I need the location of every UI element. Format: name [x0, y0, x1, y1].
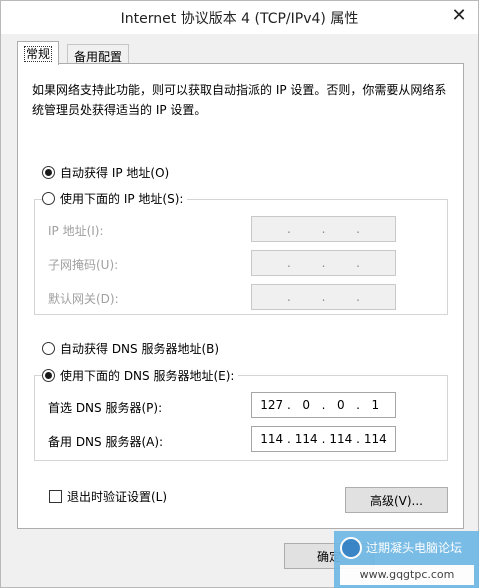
ip-dot: .	[356, 398, 360, 412]
dns-manual-radio[interactable]: 使用下面的 DNS 服务器地址(E):	[42, 366, 239, 384]
general-panel: 如果网络支持此功能，则可以获取自动指派的 IP 设置。否则，你需要从网络系统管理…	[17, 63, 464, 529]
ip-dot: .	[356, 222, 360, 236]
ip-dot: .	[321, 256, 326, 270]
title-bar: Internet 协议版本 4 (TCP/IPv4) 属性 ✕	[1, 1, 478, 34]
ip-octet[interactable]: 114	[259, 432, 285, 446]
watermark-logo-icon	[340, 537, 362, 559]
ip-octet[interactable]: 114	[362, 432, 388, 446]
ip-auto-label: 自动获得 IP 地址(O)	[60, 165, 170, 180]
ip-octet[interactable]: 114	[328, 432, 354, 446]
ip-dot: .	[321, 290, 326, 304]
alternate-dns-field[interactable]: 114. 114. 114. 114	[251, 426, 396, 452]
ip-dot: .	[287, 432, 291, 446]
ip-manual-radio[interactable]: 使用下面的 IP 地址(S):	[42, 189, 188, 207]
ipv4-properties-dialog: Internet 协议版本 4 (TCP/IPv4) 属性 ✕ 常规 备用配置 …	[0, 0, 479, 588]
validate-on-exit-checkbox[interactable]	[49, 490, 62, 503]
ip-octet[interactable]: 0	[328, 398, 354, 412]
watermark-title: 过期凝头电脑论坛	[366, 541, 463, 555]
ip-dot: .	[287, 256, 291, 270]
dns-manual-radio-indicator[interactable]	[42, 368, 55, 382]
ip-dot: .	[321, 222, 326, 236]
ip-address-field: . . .	[251, 216, 396, 242]
dns-auto-radio[interactable]: 自动获得 DNS 服务器地址(B)	[42, 339, 219, 357]
ip-dot: .	[287, 398, 291, 412]
watermark-badge: 过期凝头电脑论坛 www.gqgtpc.com	[334, 531, 479, 588]
ip-dot: .	[356, 256, 360, 270]
preferred-dns-field[interactable]: 127. 0. 0. 1	[251, 392, 396, 418]
ip-manual-label: 使用下面的 IP 地址(S):	[60, 191, 184, 206]
default-gateway-field: . . .	[251, 284, 396, 310]
default-gateway-label: 默认网关(D):	[48, 292, 119, 306]
tab-alternate-config-label: 备用配置	[74, 50, 123, 64]
validate-on-exit[interactable]: 退出时验证设置(L)	[49, 488, 167, 505]
validate-on-exit-label: 退出时验证设置(L)	[67, 490, 168, 504]
dns-auto-radio-indicator[interactable]	[42, 341, 55, 355]
ip-dot: .	[287, 222, 291, 236]
ip-manual-radio-indicator[interactable]	[42, 191, 55, 205]
window-title: Internet 协议版本 4 (TCP/IPv4) 属性	[120, 11, 359, 27]
advanced-button[interactable]: 高级(V)...	[345, 487, 448, 513]
ip-dot: .	[356, 432, 360, 446]
close-icon[interactable]: ✕	[448, 6, 470, 26]
ip-dot: .	[321, 432, 326, 446]
tab-general-label: 常规	[24, 46, 53, 62]
ip-octet[interactable]: 1	[362, 398, 388, 412]
ip-dot: .	[321, 398, 326, 412]
ip-octet[interactable]: 0	[293, 398, 319, 412]
ip-dot: .	[287, 290, 291, 304]
description-text: 如果网络支持此功能，则可以获取自动指派的 IP 设置。否则，你需要从网络系统管理…	[32, 83, 447, 117]
ip-octet[interactable]: 127	[259, 398, 285, 412]
subnet-mask-label: 子网掩码(U):	[48, 258, 119, 272]
alternate-dns-label: 备用 DNS 服务器(A):	[48, 435, 164, 449]
dns-auto-label: 自动获得 DNS 服务器地址(B)	[60, 341, 220, 356]
dns-manual-label: 使用下面的 DNS 服务器地址(E):	[60, 368, 235, 383]
preferred-dns-label: 首选 DNS 服务器(P):	[48, 401, 163, 415]
ip-dot: .	[356, 290, 360, 304]
subnet-mask-field: . . .	[251, 250, 396, 276]
ip-address-label: IP 地址(I):	[48, 224, 104, 238]
ip-octet[interactable]: 114	[293, 432, 319, 446]
watermark-url: www.gqgtpc.com	[340, 565, 474, 585]
tab-general[interactable]: 常规	[17, 41, 60, 65]
ip-auto-radio-indicator[interactable]	[42, 165, 55, 179]
ip-auto-radio[interactable]: 自动获得 IP 地址(O)	[42, 163, 169, 181]
tab-alternate-config[interactable]: 备用配置	[67, 44, 130, 64]
